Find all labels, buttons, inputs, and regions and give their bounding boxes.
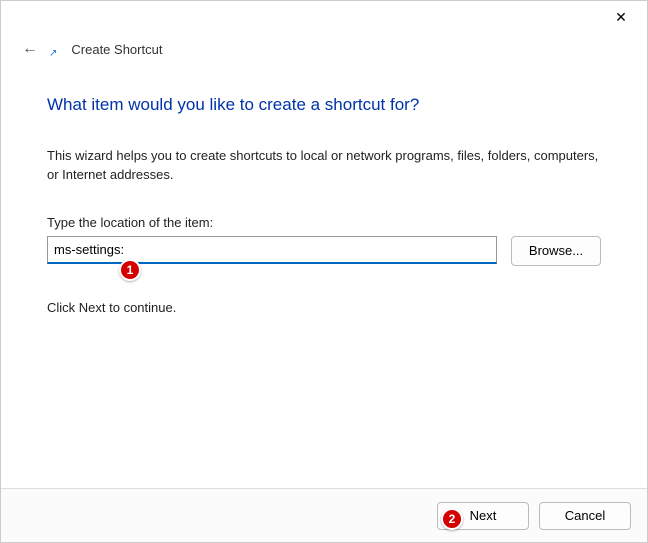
page-description: This wizard helps you to create shortcut…: [47, 147, 601, 185]
location-row: Browse...: [47, 236, 601, 266]
shortcut-icon: ↗: [49, 48, 57, 59]
titlebar: ✕: [1, 1, 647, 33]
continue-text: Click Next to continue.: [47, 300, 601, 315]
wizard-title: Create Shortcut: [71, 42, 162, 57]
page-heading: What item would you like to create a sho…: [47, 95, 601, 115]
location-input[interactable]: [47, 236, 497, 264]
next-button[interactable]: Next: [437, 502, 529, 530]
location-label: Type the location of the item:: [47, 215, 601, 230]
wizard-header: ← ↗ Create Shortcut: [1, 33, 647, 57]
wizard-footer: Next Cancel: [1, 488, 647, 542]
browse-button[interactable]: Browse...: [511, 236, 601, 266]
cancel-button[interactable]: Cancel: [539, 502, 631, 530]
back-arrow-icon[interactable]: ←: [21, 41, 39, 57]
close-icon[interactable]: ✕: [609, 5, 633, 29]
wizard-content: What item would you like to create a sho…: [1, 57, 647, 315]
